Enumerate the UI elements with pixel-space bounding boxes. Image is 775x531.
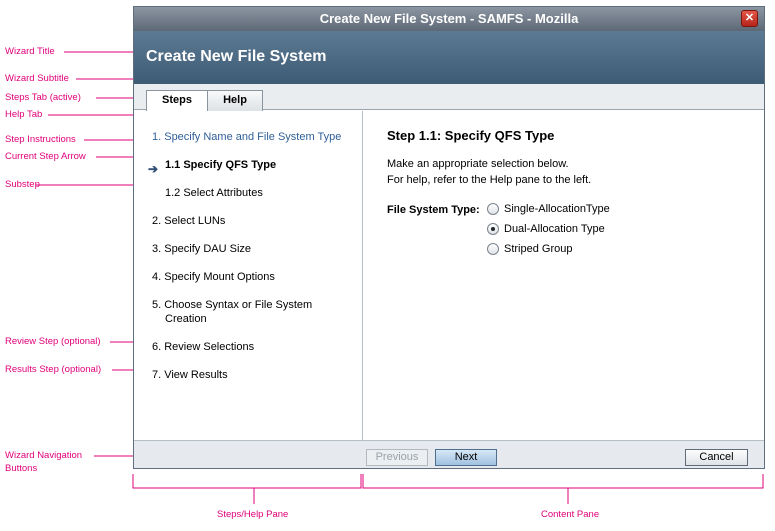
annotation-review-step: Review Step (optional) [5, 336, 101, 347]
current-step-arrow-icon: ➔ [148, 162, 159, 176]
annotation-wizard-subtitle: Wizard Subtitle [5, 73, 69, 84]
close-icon[interactable]: ✕ [741, 10, 758, 27]
annotation-content-pane: Content Pane [541, 509, 600, 520]
tab-strip: Steps Help [134, 84, 764, 111]
tab-help[interactable]: Help [207, 90, 263, 111]
annotation-wizard-title: Wizard Title [5, 46, 55, 57]
annotation-results-step: Results Step (optional) [5, 364, 102, 375]
step-5: 5. Choose Syntax or File System [152, 299, 313, 311]
instructions-line-1: Make an appropriate selection below. [387, 158, 569, 170]
next-button[interactable]: Next [435, 449, 497, 466]
step-title: Step 1.1: Specify QFS Type [387, 128, 555, 143]
annotation-steps-tab: Steps Tab (active) [5, 92, 81, 103]
radio-label: Striped Group [504, 243, 573, 255]
step-7-results: 7. View Results [152, 369, 228, 381]
content-pane: Step 1.1: Specify QFS Type Make an appro… [363, 111, 764, 440]
file-system-type-label: File System Type: [387, 204, 480, 216]
step-3: 3. Specify DAU Size [152, 243, 252, 255]
radio-single-allocation[interactable]: Single-AllocationType [487, 203, 610, 215]
window-titlebar: Create New File System - SAMFS - Mozilla… [134, 7, 764, 31]
step-4: 4. Specify Mount Options [152, 271, 275, 283]
step-2: 2. Select LUNs [152, 215, 226, 227]
step-1-2-substep: 1.2 Select Attributes [165, 187, 263, 199]
radio-striped-group[interactable]: Striped Group [487, 243, 572, 255]
previous-button[interactable]: Previous [366, 449, 428, 466]
steps-pane: 1. Specify Name and File System Type ➔ 1… [134, 111, 363, 440]
tab-steps[interactable]: Steps [146, 90, 208, 111]
radio-label: Dual-Allocation Type [504, 223, 605, 235]
radio-label: Single-AllocationType [504, 203, 610, 215]
annotation-step-instructions: Step Instructions [5, 134, 76, 145]
radio-icon[interactable] [487, 203, 499, 215]
radio-selected-icon[interactable] [487, 223, 499, 235]
wizard-header: Create New File System [134, 31, 764, 84]
wizard-title: Create New File System [146, 48, 327, 65]
annotation-nav-buttons-line1: Wizard Navigation [5, 450, 83, 461]
step-5-continued: Creation [165, 313, 207, 325]
cancel-button[interactable]: Cancel [685, 449, 748, 466]
step-6-review: 6. Review Selections [152, 341, 255, 353]
step-1-link[interactable]: 1. Specify Name and File System Type [152, 130, 341, 144]
annotation-steps-help-pane: Steps/Help Pane [217, 509, 289, 520]
step-1-1-current: 1.1 Specify QFS Type [165, 159, 277, 171]
annotation-substep: Substep [5, 179, 40, 190]
window-title: Create New File System - SAMFS - Mozilla [319, 11, 579, 26]
wizard-window: Create New File System - SAMFS - Mozilla… [133, 6, 765, 469]
radio-icon[interactable] [487, 243, 499, 255]
annotation-current-step-arrow: Current Step Arrow [5, 151, 86, 162]
annotation-nav-buttons-line2: Buttons [5, 463, 38, 474]
instructions-line-2: For help, refer to the Help pane to the … [387, 174, 592, 186]
radio-dual-allocation[interactable]: Dual-Allocation Type [487, 223, 605, 235]
wizard-navigation-bar: Previous Next Cancel [134, 440, 764, 468]
annotation-help-tab: Help Tab [5, 109, 43, 120]
